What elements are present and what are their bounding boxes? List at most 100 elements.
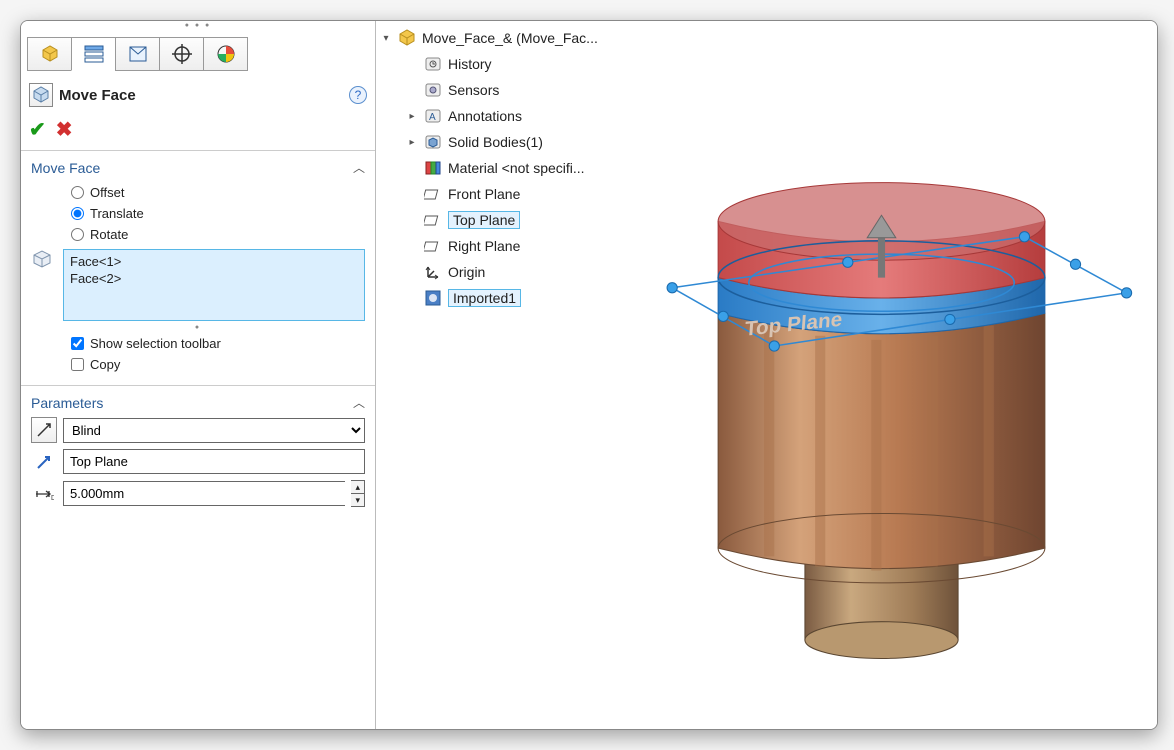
distance-spinner: ▴ ▾ [351, 480, 365, 507]
tab-property-manager[interactable] [71, 37, 116, 71]
model-viewport[interactable]: Top Plane [616, 71, 1147, 719]
distance-icon: D [31, 482, 57, 506]
tab-feature-manager[interactable] [27, 37, 72, 71]
radio-rotate-input[interactable] [71, 228, 84, 241]
section-title: Parameters [31, 395, 103, 411]
twisty-icon[interactable]: ▾ [380, 33, 392, 44]
target-icon [171, 43, 193, 65]
face-select-icon [31, 249, 57, 274]
end-condition-select[interactable]: Blind [63, 418, 365, 443]
panel-tabbar [21, 31, 375, 77]
section-title: Move Face [31, 160, 100, 176]
tree-item-top-plane[interactable]: Top Plane [380, 207, 606, 233]
tree-label: Right Plane [448, 238, 520, 254]
spinner-up[interactable]: ▴ [351, 481, 364, 494]
end-condition-row: Blind [31, 417, 365, 443]
check-copy[interactable]: Copy [31, 354, 365, 375]
part-icon [397, 28, 417, 48]
move-face-section-header[interactable]: Move Face ︿ [31, 159, 365, 176]
history-icon [423, 54, 443, 74]
tree-label: Origin [448, 264, 485, 280]
help-icon[interactable]: ? [349, 86, 367, 104]
distance-row: D ▴ ▾ [31, 480, 365, 507]
spinner-down[interactable]: ▾ [351, 494, 364, 506]
direction-icon [31, 450, 57, 474]
tree-label: Material <not specifi... [448, 160, 585, 176]
radio-rotate[interactable]: Rotate [31, 224, 365, 245]
panel-grip-icon[interactable]: ● ● ● [21, 21, 375, 31]
feature-title: Move Face [59, 87, 136, 104]
tree-label: Sensors [448, 82, 499, 98]
origin-icon [423, 262, 443, 282]
check-label: Show selection toolbar [90, 336, 221, 351]
tree-item-annotations[interactable]: ▸ A Annotations [380, 103, 606, 129]
radio-label: Offset [90, 185, 124, 200]
chevron-up-icon: ︿ [353, 159, 365, 176]
chevron-up-icon: ︿ [353, 394, 365, 411]
tree-label: Move_Face_& (Move_Fac... [422, 30, 598, 46]
check-show-selection-toolbar-input[interactable] [71, 337, 84, 350]
twisty-icon[interactable]: ▸ [406, 137, 418, 148]
plane-icon [423, 210, 443, 230]
radio-translate-input[interactable] [71, 207, 84, 220]
face-item[interactable]: Face<2> [70, 271, 358, 286]
sensors-icon [423, 80, 443, 100]
parameters-section: Parameters ︿ Blind [21, 386, 375, 523]
annotations-icon: A [423, 106, 443, 126]
distance-input[interactable] [63, 481, 345, 506]
tree-label: Solid Bodies(1) [448, 134, 543, 150]
direction-input[interactable] [63, 449, 365, 474]
end-condition-icon[interactable] [31, 417, 57, 443]
tree-label: Imported1 [448, 289, 521, 307]
tree-root[interactable]: ▾ Move_Face_& (Move_Fac... [380, 25, 606, 51]
application-window: ● ● ● [20, 20, 1158, 730]
tab-configuration-manager[interactable] [115, 37, 160, 71]
tab-dimxpert[interactable] [159, 37, 204, 71]
radio-translate[interactable]: Translate [31, 203, 365, 224]
solidbodies-icon [423, 132, 443, 152]
tree-label: Top Plane [448, 211, 520, 229]
check-copy-input[interactable] [71, 358, 84, 371]
tree-item-front-plane[interactable]: Front Plane [380, 181, 606, 207]
tree-item-material-not-specifi[interactable]: Material <not specifi... [380, 155, 606, 181]
tree-label: Front Plane [448, 186, 520, 202]
tree-item-solid-bodies-1[interactable]: ▸ Solid Bodies(1) [380, 129, 606, 155]
tab-display-manager[interactable] [203, 37, 248, 71]
svg-text:A: A [429, 112, 436, 123]
move-face-icon [29, 83, 53, 107]
cancel-button[interactable]: ✖ [56, 117, 73, 142]
config-icon [127, 43, 149, 65]
tree-label: Annotations [448, 108, 522, 124]
check-label: Copy [90, 357, 120, 372]
radio-offset-input[interactable] [71, 186, 84, 199]
faces-selection-box[interactable]: Face<1> Face<2> [63, 249, 365, 321]
part-icon [39, 43, 61, 65]
tree-item-history[interactable]: History [380, 51, 606, 77]
property-icon [83, 43, 105, 65]
plane-icon [423, 184, 443, 204]
imported-icon [423, 288, 443, 308]
appearance-icon [215, 43, 237, 65]
parameters-section-header[interactable]: Parameters ︿ [31, 394, 365, 411]
radio-offset[interactable]: Offset [31, 182, 365, 203]
feature-header: Move Face ? [21, 77, 375, 113]
move-face-section: Move Face ︿ Offset Translate Rotate [21, 151, 375, 386]
plane-icon [423, 236, 443, 256]
tree-item-imported1[interactable]: Imported1 [380, 285, 606, 311]
ok-button[interactable]: ✔ [29, 117, 46, 142]
tree-label: History [448, 56, 492, 72]
face-item[interactable]: Face<1> [70, 254, 358, 269]
radio-label: Translate [90, 206, 144, 221]
twisty-icon[interactable]: ▸ [406, 111, 418, 122]
tree-item-sensors[interactable]: Sensors [380, 77, 606, 103]
confirm-row: ✔ ✖ [21, 113, 375, 151]
tree-item-right-plane[interactable]: Right Plane [380, 233, 606, 259]
direction-row [31, 449, 365, 474]
faces-selection-row: Face<1> Face<2> [31, 249, 365, 321]
graphics-area[interactable]: ▾ Move_Face_& (Move_Fac... History Sensor… [376, 21, 1157, 729]
list-resize-grip-icon[interactable]: ● [31, 323, 365, 333]
tree-item-origin[interactable]: Origin [380, 259, 606, 285]
check-show-selection-toolbar[interactable]: Show selection toolbar [31, 333, 365, 354]
feature-tree: ▾ Move_Face_& (Move_Fac... History Sensor… [380, 25, 606, 311]
material-icon [423, 158, 443, 178]
